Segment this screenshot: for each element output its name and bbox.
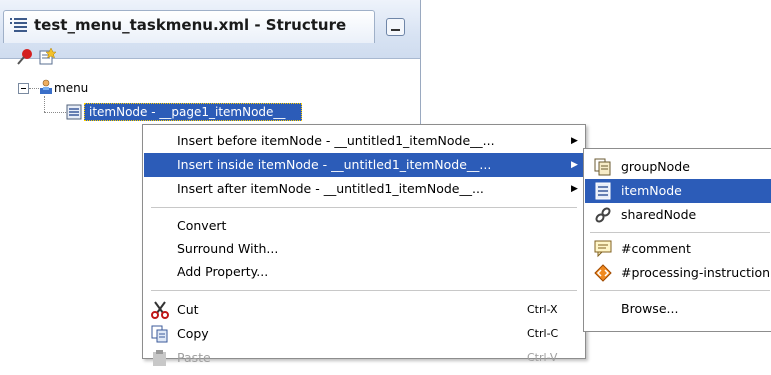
item-node-icon [66, 104, 82, 123]
copy-icon [151, 325, 169, 343]
copy-menu-item[interactable]: Copy Ctrl-C [144, 322, 584, 346]
add-property-menu-item[interactable]: Add Property... [144, 260, 584, 284]
insert-before-menu-item[interactable]: Insert before itemNode - __untitled1_ite… [144, 129, 584, 153]
paste-icon [151, 349, 169, 367]
tree-item-selected[interactable]: itemNode - __page1_itemNode__ [84, 103, 302, 121]
group-node-menu-item[interactable]: groupNode [585, 155, 771, 179]
cut-label: Cut [177, 302, 199, 317]
convert-label: Convert [177, 218, 227, 233]
cut-shortcut: Ctrl-X [527, 303, 558, 316]
comment-label: #comment [621, 241, 691, 256]
insert-after-label: Insert after itemNode - __untitled1_item… [177, 181, 484, 196]
insert-inside-submenu: groupNode itemNode sharedNode #comment #… [583, 148, 771, 332]
browse-menu-item[interactable]: Browse... [585, 297, 771, 321]
item-node-label: itemNode [621, 183, 682, 198]
submenu-separator [590, 232, 770, 233]
item-node-icon [594, 182, 612, 200]
shared-node-label: sharedNode [621, 207, 697, 222]
group-node-icon [594, 158, 612, 176]
minimize-button[interactable] [386, 18, 405, 36]
processing-instruction-label: #processing-instruction [621, 265, 771, 280]
menu-separator [151, 207, 577, 208]
group-node-label: groupNode [621, 159, 690, 174]
paste-menu-item[interactable]: Paste Ctrl-V [144, 346, 584, 370]
submenu-arrow-icon: ▶ [571, 136, 578, 146]
copy-label: Copy [177, 326, 209, 341]
tree-item-menu[interactable]: menu [54, 79, 88, 97]
menu-node-icon [38, 79, 54, 98]
cut-menu-item[interactable]: Cut Ctrl-X [144, 298, 584, 322]
new-view-icon[interactable] [38, 47, 57, 66]
panel-title: test_menu_taskmenu.xml - Structure [34, 16, 347, 34]
browse-label: Browse... [621, 301, 679, 316]
shared-node-icon [594, 206, 612, 224]
tree-expander[interactable] [18, 83, 29, 94]
processing-instruction-menu-item[interactable]: #processing-instruction [585, 261, 771, 285]
add-property-label: Add Property... [177, 264, 269, 279]
insert-inside-menu-item[interactable]: Insert inside itemNode - __untitled1_ite… [144, 153, 584, 177]
paste-label: Paste [177, 350, 211, 365]
convert-menu-item[interactable]: Convert [144, 214, 584, 238]
processing-instruction-icon [594, 264, 612, 282]
insert-after-menu-item[interactable]: Insert after itemNode - __untitled1_item… [144, 177, 584, 201]
insert-before-label: Insert before itemNode - __untitled1_ite… [177, 133, 495, 148]
submenu-separator [590, 290, 770, 291]
insert-inside-label: Insert inside itemNode - __untitled1_ite… [177, 157, 492, 172]
context-menu: Insert before itemNode - __untitled1_ite… [142, 124, 586, 366]
submenu-arrow-icon: ▶ [571, 160, 578, 170]
paste-shortcut: Ctrl-V [527, 351, 558, 364]
surround-with-label: Surround With... [177, 241, 279, 256]
comment-icon [594, 240, 612, 258]
surround-with-menu-item[interactable]: Surround With... [144, 237, 584, 261]
item-node-menu-item[interactable]: itemNode [585, 179, 771, 203]
copy-shortcut: Ctrl-C [527, 327, 559, 340]
shared-node-menu-item[interactable]: sharedNode [585, 203, 771, 227]
structure-icon [10, 17, 28, 36]
scissors-icon [151, 301, 169, 319]
comment-menu-item[interactable]: #comment [585, 237, 771, 261]
pin-icon[interactable] [16, 48, 34, 66]
menu-separator [151, 290, 577, 291]
submenu-arrow-icon: ▶ [571, 184, 578, 194]
